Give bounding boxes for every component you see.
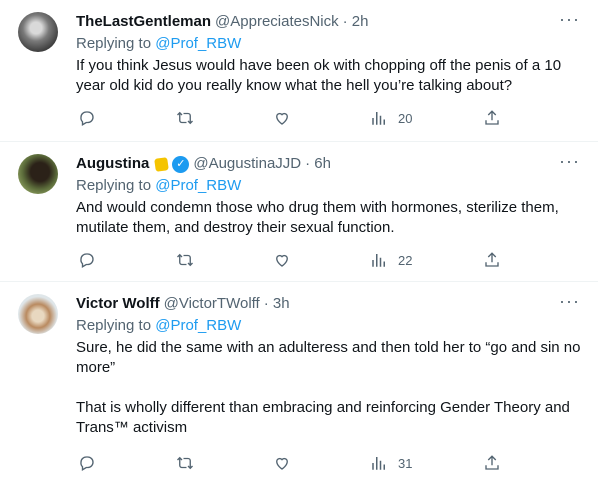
views-icon xyxy=(372,112,385,125)
action-bar: 31 xyxy=(76,452,582,474)
tweet-text: If you think Jesus would have been ok wi… xyxy=(76,57,566,94)
retweet-button[interactable] xyxy=(176,454,194,472)
retweet-icon xyxy=(177,456,193,470)
display-name[interactable]: TheLastGentleman xyxy=(76,12,211,32)
views-count: 20 xyxy=(398,110,413,126)
tweet[interactable]: Victor Wolff @VictorTWolff · 3h ··· Repl… xyxy=(0,282,598,487)
share-icon xyxy=(485,455,499,470)
views-count: 22 xyxy=(398,252,413,268)
reply-icon xyxy=(80,456,94,471)
user-handle[interactable]: @VictorTWolff xyxy=(164,294,260,314)
like-icon xyxy=(276,457,288,470)
mention-link[interactable]: @Prof_RBW xyxy=(155,177,241,194)
tweet-header: TheLastGentleman @AppreciatesNick · 2h xyxy=(76,12,582,32)
tweet[interactable]: Augustina ✓ @AugustinaJJD · 6h ··· Reply… xyxy=(0,142,598,282)
avatar[interactable] xyxy=(18,294,58,334)
retweet-button[interactable] xyxy=(176,251,194,269)
user-handle[interactable]: @AugustinaJJD xyxy=(193,154,301,174)
retweet-button[interactable] xyxy=(176,109,194,127)
more-icon[interactable]: ··· xyxy=(559,292,580,310)
reply-button[interactable] xyxy=(78,251,96,269)
replying-to: Replying to @Prof_RBW xyxy=(76,176,582,196)
tweet[interactable]: TheLastGentleman @AppreciatesNick · 2h ·… xyxy=(0,0,598,142)
like-icon xyxy=(276,112,288,125)
user-handle[interactable]: @AppreciatesNick xyxy=(215,12,339,32)
replying-to: Replying to @Prof_RBW xyxy=(76,34,582,54)
avatar[interactable] xyxy=(18,154,58,194)
views-button[interactable]: 31 xyxy=(370,454,412,472)
timestamp[interactable]: · 3h xyxy=(264,294,290,314)
retweet-icon xyxy=(177,111,193,125)
share-button[interactable] xyxy=(483,454,501,472)
share-button[interactable] xyxy=(483,109,501,127)
views-count: 31 xyxy=(398,455,413,471)
verified-icon[interactable]: ✓ xyxy=(172,155,190,173)
reply-button[interactable] xyxy=(78,109,96,127)
like-icon xyxy=(276,254,288,267)
reply-icon xyxy=(80,111,94,126)
timestamp[interactable]: · 2h xyxy=(343,12,369,32)
more-icon[interactable]: ··· xyxy=(559,10,580,28)
more-icon[interactable]: ··· xyxy=(559,152,580,170)
action-bar: 20 xyxy=(76,107,582,129)
tweet-header: Augustina ✓ @AugustinaJJD · 6h xyxy=(76,154,582,174)
views-button[interactable]: 22 xyxy=(370,251,412,269)
replying-to: Replying to @Prof_RBW xyxy=(76,316,582,336)
views-button[interactable]: 20 xyxy=(370,109,412,127)
tweet-header: Victor Wolff @VictorTWolff · 3h xyxy=(76,294,582,314)
reply-icon xyxy=(80,253,94,268)
like-button[interactable] xyxy=(273,109,291,127)
reply-button[interactable] xyxy=(78,454,96,472)
action-bar: 22 xyxy=(76,249,582,271)
tweet-text: And would condemn those who drug them wi… xyxy=(76,199,563,236)
replying-prefix: Replying to xyxy=(76,177,152,194)
like-button[interactable] xyxy=(273,251,291,269)
mention-link[interactable]: @Prof_RBW xyxy=(155,35,241,52)
views-icon xyxy=(372,457,385,470)
tweet-text: Sure, he did the same with an adulteress… xyxy=(76,339,581,436)
display-name[interactable]: Augustina xyxy=(76,154,149,174)
share-button[interactable] xyxy=(483,251,501,269)
display-name[interactable]: Victor Wolff xyxy=(76,294,160,314)
share-icon xyxy=(485,110,499,125)
share-icon xyxy=(485,252,499,267)
reply-feed: TheLastGentleman @AppreciatesNick · 2h ·… xyxy=(0,0,598,487)
replying-prefix: Replying to xyxy=(76,35,152,52)
like-button[interactable] xyxy=(273,454,291,472)
timestamp[interactable]: · 6h xyxy=(305,154,331,174)
mention-link[interactable]: @Prof_RBW xyxy=(155,317,241,334)
retweet-icon xyxy=(177,253,193,267)
badge-icon xyxy=(154,156,170,172)
views-icon xyxy=(372,254,385,267)
replying-prefix: Replying to xyxy=(76,317,152,334)
avatar[interactable] xyxy=(18,12,58,52)
